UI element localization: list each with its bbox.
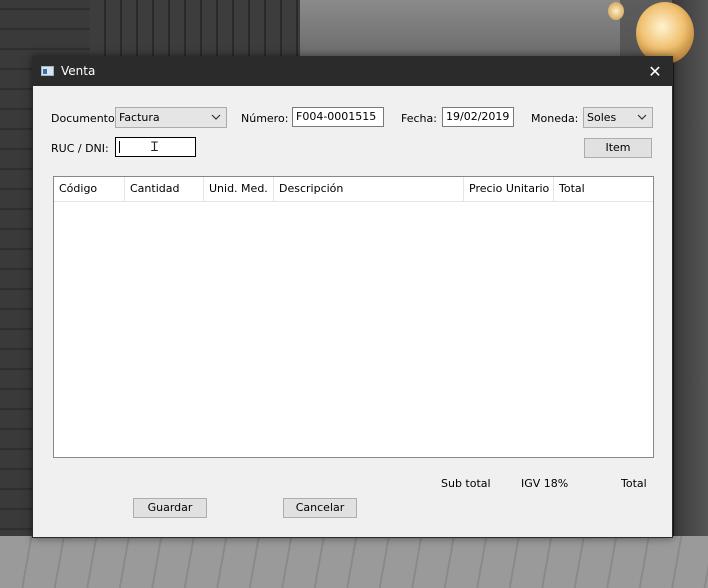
window-app-icon [41,66,54,76]
guardar-button[interactable]: Guardar [133,498,207,518]
column-header-descripcion[interactable]: Descripción [274,177,464,201]
total-label: Total [621,477,647,490]
column-header-precio-unitario[interactable]: Precio Unitario [464,177,554,201]
numero-field[interactable]: F004-0001515 [292,107,384,127]
documento-select[interactable]: Factura [115,107,227,128]
item-button[interactable]: Item [584,138,652,158]
chevron-down-icon [637,114,647,120]
window-title: Venta [61,64,96,78]
moneda-select[interactable]: Soles [583,107,653,128]
moneda-value: Soles [587,111,617,124]
text-caret [119,141,120,153]
table-header: Código Cantidad Unid. Med. Descripción P… [54,177,653,202]
ruc-dni-field[interactable]: Ｉ [115,137,196,157]
close-icon[interactable]: ✕ [638,57,672,86]
venta-window: Venta ✕ Documento: Factura Número: F004-… [32,56,673,538]
column-header-codigo[interactable]: Código [54,177,125,201]
fecha-label: Fecha: [401,112,437,125]
chevron-down-icon [211,114,221,120]
moneda-label: Moneda: [531,112,579,125]
column-header-total[interactable]: Total [554,177,653,201]
ruc-dni-label: RUC / DNI: [51,142,109,155]
column-header-cantidad[interactable]: Cantidad [125,177,204,201]
text-cursor-icon: Ｉ [148,140,162,155]
fecha-field[interactable]: 19/02/2019 [442,107,514,127]
documento-label: Documento: [51,112,119,125]
igv-label: IGV 18% [521,477,569,490]
title-bar[interactable]: Venta ✕ [33,57,672,86]
column-header-unid-med[interactable]: Unid. Med. [204,177,274,201]
numero-label: Número: [241,112,289,125]
items-table[interactable]: Código Cantidad Unid. Med. Descripción P… [53,176,654,458]
subtotal-label: Sub total [441,477,491,490]
documento-value: Factura [119,111,160,124]
cancelar-button[interactable]: Cancelar [283,498,357,518]
